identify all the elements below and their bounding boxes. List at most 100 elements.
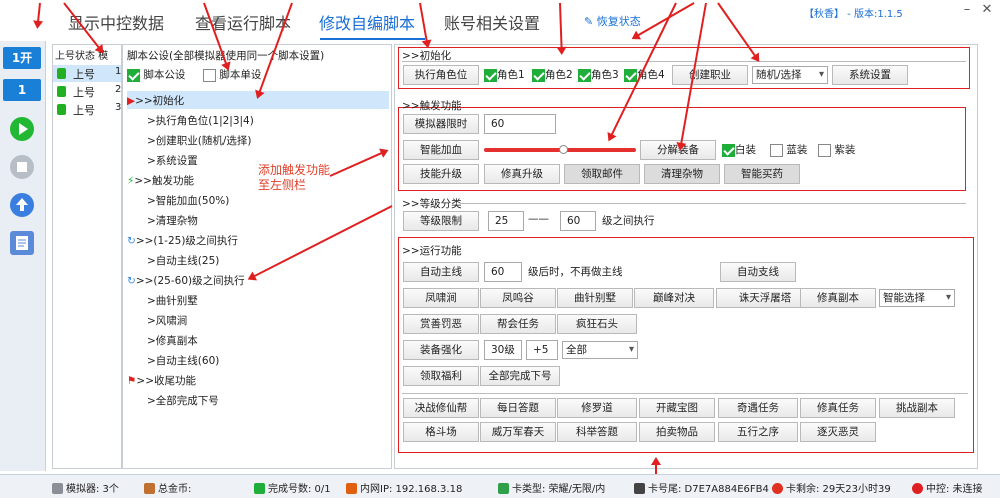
- active-tab-indicator: [320, 38, 425, 40]
- left-toolbar: 1开 1: [0, 41, 46, 471]
- tab-account-settings[interactable]: 账号相关设置: [444, 10, 540, 34]
- purple-label: 紫装: [834, 144, 856, 156]
- emulator-count: 模拟器: 3个: [52, 480, 119, 495]
- cultivation-upgrade-button[interactable]: 修真升级: [484, 164, 560, 184]
- tree-node[interactable]: >智能加血(50%): [147, 193, 229, 208]
- auto-main-input[interactable]: 60: [484, 262, 522, 282]
- run-button[interactable]: 格斗场: [403, 422, 479, 442]
- run-button[interactable]: 帮会任务: [480, 314, 556, 334]
- equip-enhance-button[interactable]: 装备强化: [403, 340, 479, 360]
- tree-node[interactable]: >执行角色位(1|2|3|4): [147, 113, 254, 128]
- smart-heal-button[interactable]: 智能加血: [403, 140, 479, 160]
- tree-node[interactable]: >创建职业(随机/选择): [147, 133, 252, 148]
- tree-node[interactable]: >自动主线(25): [147, 253, 219, 268]
- run-button[interactable]: 科举答题: [557, 422, 637, 442]
- exec-role-button[interactable]: 执行角色位: [403, 65, 479, 85]
- purple-gear-checkbox[interactable]: 紫装: [818, 142, 855, 157]
- run-button[interactable]: 拍卖物品: [639, 422, 715, 442]
- tree-node-init[interactable]: ▶>>初始化: [127, 93, 184, 108]
- level-dash: ——: [528, 213, 549, 225]
- run-button[interactable]: 奇遇任务: [718, 398, 798, 418]
- level-to-input[interactable]: 60: [560, 211, 596, 231]
- level-from-input[interactable]: 25: [488, 211, 524, 231]
- clear-items-button[interactable]: 清理杂物: [644, 164, 720, 184]
- welfare-button[interactable]: 领取福利: [403, 366, 479, 386]
- run-button[interactable]: 威万军春天: [480, 422, 556, 442]
- script-tree-panel: 脚本公设(全部模拟器使用同一个脚本设置) 脚本公设 脚本单设 ▶>>初始化 >执…: [122, 44, 392, 469]
- emu-limit-input[interactable]: 60: [484, 114, 556, 134]
- run-button[interactable]: 五行之序: [718, 422, 798, 442]
- card-remaining: 卡剩余: 29天23小时39: [772, 480, 891, 495]
- close-icon[interactable]: ✕: [978, 2, 996, 17]
- table-row[interactable]: 上号 3: [53, 101, 121, 118]
- run-button[interactable]: 巅峰对决: [634, 288, 714, 308]
- auto-main-button[interactable]: 自动主线: [403, 262, 479, 282]
- tree-node[interactable]: >自动主线(60): [147, 353, 219, 368]
- run-button[interactable]: 每日答题: [480, 398, 556, 418]
- role-1-checkbox[interactable]: 角色1: [484, 67, 525, 82]
- enhance-plus-input[interactable]: +5: [526, 340, 558, 360]
- run-button[interactable]: 凤鸣谷: [480, 288, 556, 308]
- upload-icon[interactable]: [10, 193, 34, 217]
- minimize-icon[interactable]: –: [958, 2, 976, 17]
- tree-node[interactable]: >风啸涧: [147, 313, 187, 328]
- account-num: 3: [115, 102, 122, 113]
- tree-node[interactable]: >全部完成下号: [147, 393, 219, 408]
- tab-show-data[interactable]: 显示中控数据: [68, 10, 164, 34]
- tree-node[interactable]: >系统设置: [147, 153, 198, 168]
- blue-label: 蓝装: [786, 144, 808, 156]
- skill-upgrade-button[interactable]: 技能升级: [403, 164, 479, 184]
- white-gear-checkbox[interactable]: 白装: [722, 142, 756, 157]
- enhance-level-input[interactable]: 30级: [484, 340, 522, 360]
- auto-branch-button[interactable]: 自动支线: [720, 262, 796, 282]
- tree-node[interactable]: >清理杂物: [147, 213, 198, 228]
- account-status: 上号: [73, 68, 95, 81]
- card-icon: [498, 483, 509, 494]
- start-icon[interactable]: [10, 117, 34, 141]
- run-button[interactable]: 凤啸涧: [403, 288, 479, 308]
- tree-node[interactable]: >修真副本: [147, 333, 198, 348]
- tree-node-finish[interactable]: ⚑>>收尾功能: [127, 373, 196, 388]
- restore-state-button[interactable]: ✎ 恢复状态: [584, 13, 641, 29]
- open-count-button[interactable]: 1开: [3, 47, 41, 69]
- blue-gear-checkbox[interactable]: 蓝装: [770, 142, 807, 157]
- notes-icon[interactable]: [10, 231, 34, 255]
- tree-node-level-1[interactable]: ↻>>(1-25)级之间执行: [127, 233, 238, 248]
- tree-node-trigger[interactable]: ⚡>>触发功能: [127, 173, 194, 188]
- role-2-checkbox[interactable]: 角色2: [532, 67, 573, 82]
- smart-select[interactable]: 智能选择: [879, 289, 955, 307]
- public-script-checkbox[interactable]: 脚本公设: [127, 67, 185, 82]
- stop-icon[interactable]: [10, 155, 34, 179]
- account-status: 上号: [73, 104, 95, 117]
- run-button[interactable]: 修罗道: [557, 398, 637, 418]
- version-label: 【秋香】 - 版本:1.1.5: [804, 9, 903, 20]
- run-button[interactable]: 决战修仙帮: [403, 398, 479, 418]
- table-row[interactable]: 上号 2: [53, 83, 121, 100]
- create-job-button[interactable]: 创建职业: [672, 65, 748, 85]
- system-settings-button[interactable]: 系统设置: [832, 65, 908, 85]
- run-button[interactable]: 开藏宝图: [639, 398, 715, 418]
- role-3-checkbox[interactable]: 角色3: [578, 67, 619, 82]
- run-button[interactable]: 曲针别墅: [557, 288, 633, 308]
- tree-node[interactable]: >曲针别墅: [147, 293, 198, 308]
- enhance-select[interactable]: 全部: [562, 341, 638, 359]
- annotation-arrow: [36, 2, 41, 27]
- collect-mail-button[interactable]: 领取邮件: [564, 164, 640, 184]
- run-button[interactable]: 疯狂石头: [557, 314, 637, 334]
- tab-edit-script[interactable]: 修改自编脚本: [319, 10, 415, 34]
- run-button[interactable]: 修真任务: [800, 398, 876, 418]
- tree-node-level-2[interactable]: ↻>>(25-60)级之间执行: [127, 273, 245, 288]
- heal-slider-handle[interactable]: [559, 145, 569, 154]
- level-limit-button[interactable]: 等级限制: [403, 211, 479, 231]
- run-button[interactable]: 挑战副本: [879, 398, 955, 418]
- count-button[interactable]: 1: [3, 79, 41, 101]
- run-button[interactable]: 赏善罚恶: [403, 314, 479, 334]
- annotation-arrow: [632, 2, 695, 39]
- run-button[interactable]: 修真副本: [800, 288, 876, 308]
- finish-logout-button[interactable]: 全部完成下号: [480, 366, 560, 386]
- job-select[interactable]: 随机/选择: [752, 66, 828, 84]
- run-button[interactable]: 逐灭恶灵: [800, 422, 876, 442]
- buy-potion-button[interactable]: 智能买药: [724, 164, 800, 184]
- table-row[interactable]: 上号 1: [53, 65, 121, 82]
- emu-limit-button[interactable]: 模拟器限时: [403, 114, 479, 134]
